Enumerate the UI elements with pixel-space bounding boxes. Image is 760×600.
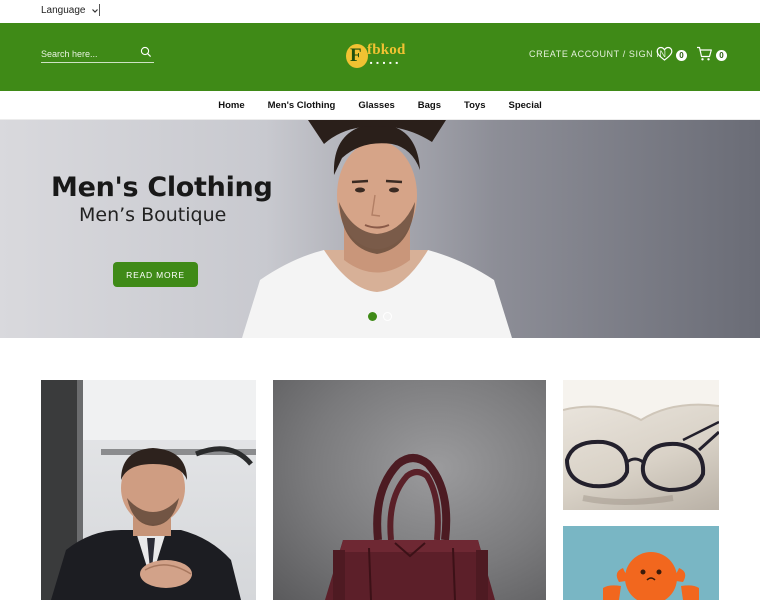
search-input[interactable]	[41, 47, 137, 61]
nav-item-home[interactable]: Home	[218, 100, 244, 111]
eyeglasses-image	[563, 380, 719, 505]
wishlist-button[interactable]: 0	[656, 46, 690, 64]
banner-glasses[interactable]	[563, 380, 719, 510]
nav-item-toys[interactable]: Toys	[464, 100, 485, 111]
read-more-button[interactable]: READ MORE	[113, 262, 198, 287]
banner-toy[interactable]	[563, 526, 719, 600]
language-label: Language	[41, 5, 86, 16]
topbar-divider	[99, 4, 100, 16]
banner-handbag[interactable]	[273, 380, 546, 600]
account-separator: /	[622, 49, 626, 59]
main-nav: Home Men's Clothing Glasses Bags Toys Sp…	[0, 91, 760, 120]
chevron-down-icon	[91, 8, 98, 13]
nav-item-glasses[interactable]: Glasses	[358, 100, 394, 111]
logo-dots: ■■■■■	[370, 60, 403, 65]
nav-item-special[interactable]: Special	[508, 100, 541, 111]
hero-title: Men's Clothing	[51, 172, 273, 203]
nav-item-mens-clothing[interactable]: Men's Clothing	[268, 100, 336, 111]
logo-mark: F	[346, 44, 368, 68]
site-logo[interactable]: F fbkod ■■■■■	[346, 42, 414, 71]
logo-text: fbkod	[367, 42, 406, 58]
account-links: CREATE ACCOUNT / SIGN IN	[529, 49, 667, 59]
create-account-link[interactable]: CREATE ACCOUNT	[529, 49, 620, 59]
site-header: F fbkod ■■■■■ CREATE ACCOUNT/SIGN IN 0 0	[0, 23, 760, 91]
cart-count-badge: 0	[716, 50, 727, 61]
search-icon[interactable]	[140, 46, 152, 58]
language-dropdown[interactable]: Language	[41, 5, 100, 16]
handbag-image	[325, 454, 495, 600]
nav-item-bags[interactable]: Bags	[418, 100, 441, 111]
slider-dot-1[interactable]	[368, 312, 377, 321]
hero-slider: Men's Clothing Men’s Boutique READ MORE	[0, 120, 760, 338]
slider-dot-2[interactable]	[383, 312, 392, 321]
cart-button[interactable]: 0	[696, 46, 730, 64]
search-box	[41, 45, 154, 63]
hero-model-image	[242, 120, 512, 338]
man-in-suit-image	[41, 380, 256, 600]
banner-man-in-suit[interactable]	[41, 380, 256, 600]
cart-icon	[697, 46, 712, 61]
wishlist-count-badge: 0	[676, 50, 687, 61]
hero-subtitle: Men’s Boutique	[79, 204, 227, 226]
octopus-toy-image	[603, 552, 699, 600]
heart-icon	[656, 46, 673, 61]
top-bar: Language	[0, 0, 760, 23]
